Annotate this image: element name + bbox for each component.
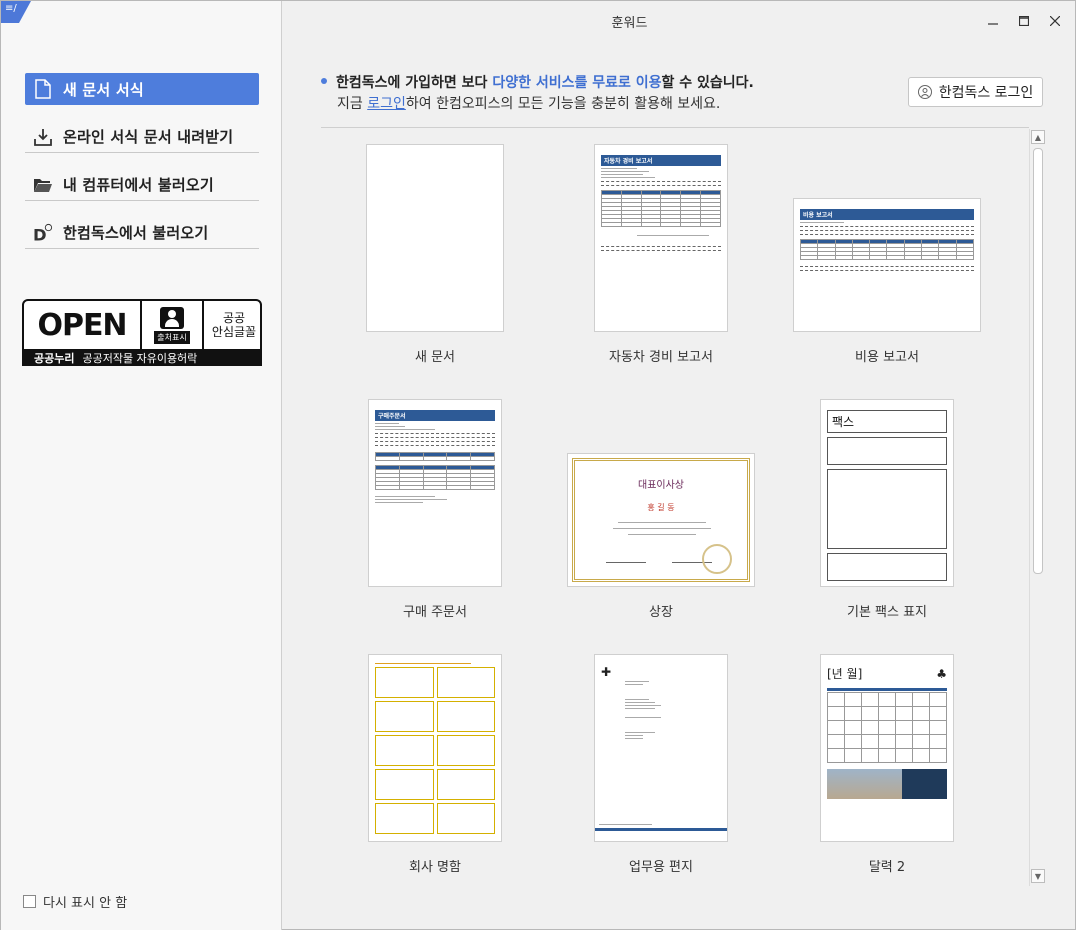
- signup-notice: 한컴독스에 가입하면 보다 다양한 서비스를 무료로 이용할 수 있습니다. 지…: [321, 73, 754, 115]
- user-icon: [917, 85, 932, 99]
- template-label: 구매 주문서: [403, 605, 467, 620]
- template-award-certificate[interactable]: 대표이사상 홍 길 동 상장: [541, 386, 781, 626]
- sidebar-item-label: 내 컴퓨터에서 불러오기: [63, 176, 214, 194]
- folder-icon: [33, 175, 53, 195]
- attribution-icon: [160, 306, 184, 329]
- sidebar-item-label: 온라인 서식 문서 내려받기: [63, 128, 234, 146]
- notice-line2-start: 지금: [337, 96, 368, 112]
- template-fax-cover[interactable]: 팩스 기본 팩스 표지: [767, 386, 1007, 626]
- download-icon: [33, 127, 53, 147]
- template-thumbnail[interactable]: [년 월] ♣: [820, 654, 954, 842]
- close-button[interactable]: [1045, 11, 1065, 31]
- scroll-up-arrow-icon[interactable]: ▲: [1031, 130, 1045, 144]
- thumb-title: 대표이사상: [638, 480, 684, 491]
- notice-highlight: 다양한 서비스를 무료로 이용: [492, 75, 662, 91]
- template-purchase-order[interactable]: 구매주문서 구매 주문서: [315, 386, 555, 626]
- template-label: 기본 팩스 표지: [846, 605, 928, 620]
- template-label: 업무용 편지: [629, 860, 693, 875]
- hancomdocs-login-button[interactable]: 한컴독스 로그인: [908, 77, 1043, 107]
- template-new-document[interactable]: 새 문서: [315, 131, 555, 371]
- app-logo-icon: ≡/: [1, 1, 31, 23]
- scroll-down-arrow-icon[interactable]: ▼: [1031, 869, 1045, 883]
- thumb-title: 팩스: [827, 410, 947, 433]
- scroll-thumb[interactable]: [1033, 148, 1043, 574]
- login-link[interactable]: 로그인: [367, 96, 406, 112]
- checkbox-box[interactable]: [23, 895, 36, 908]
- kogl-title: 공공누리: [34, 351, 75, 365]
- letter-logo-icon: ✚: [601, 665, 612, 679]
- template-thumbnail[interactable]: ✚: [594, 654, 728, 842]
- template-thumbnail[interactable]: [366, 144, 504, 332]
- sidebar-item-online-download[interactable]: 온라인 서식 문서 내려받기: [25, 121, 259, 169]
- close-icon: [1050, 16, 1060, 26]
- template-label: 비용 보고서: [855, 350, 919, 365]
- divider: [321, 127, 1029, 128]
- sidebar-item-my-computer[interactable]: 내 컴퓨터에서 불러오기: [25, 169, 259, 217]
- svg-text:D: D: [33, 225, 47, 244]
- template-thumbnail[interactable]: 대표이사상 홍 길 동: [567, 453, 755, 587]
- template-thumbnail[interactable]: 비용 보고서: [793, 198, 981, 332]
- kogl-text: 공공저작물 자유이용허락: [82, 351, 198, 365]
- template-business-card[interactable]: 회사 명함: [315, 641, 555, 881]
- template-thumbnail[interactable]: 구매주문서: [368, 399, 502, 587]
- safe-font-line1: 공공: [222, 311, 246, 325]
- template-thumbnail[interactable]: 자동차 경비 보고서: [594, 144, 728, 332]
- title-bar: 훈워드: [282, 1, 1076, 39]
- template-expense-report[interactable]: 비용 보고서 비용 보고서: [767, 131, 1007, 371]
- template-label: 달력 2: [868, 860, 906, 875]
- sidebar-item-new-template[interactable]: 새 문서 서식: [25, 73, 259, 121]
- template-label: 새 문서: [414, 350, 455, 365]
- notice-text: 한컴독스에 가입하면 보다: [336, 75, 493, 91]
- template-calendar-2[interactable]: [년 월] ♣ 달력 2: [767, 641, 1007, 881]
- template-business-letter[interactable]: ✚ 업무용 편지: [541, 641, 781, 881]
- app-window: ≡/ 새 문서 서식 온라인 서식 문서 내려받기 내 컴퓨터에서 불러오기 D…: [0, 0, 1076, 930]
- template-grid-scrollbar[interactable]: ▲ ▼: [1029, 129, 1045, 886]
- minimize-icon: [988, 23, 998, 25]
- sidebar: ≡/ 새 문서 서식 온라인 서식 문서 내려받기 내 컴퓨터에서 불러오기 D…: [1, 1, 282, 930]
- hancomdocs-icon: D: [33, 223, 53, 244]
- bullet-icon: [321, 78, 327, 84]
- sidebar-item-label: 한컴독스에서 불러오기: [63, 224, 209, 242]
- notice-text-end: 할 수 있습니다.: [661, 75, 754, 91]
- notice-line2-end: 하여 한컴오피스의 모든 기능을 충분히 활용해 보세요.: [405, 96, 721, 112]
- minimize-button[interactable]: [983, 11, 1003, 31]
- calendar-photo: [827, 769, 902, 799]
- thumb-title: 구매주문서: [375, 410, 495, 421]
- maximize-icon: [1019, 16, 1029, 26]
- login-button-label: 한컴독스 로그인: [938, 85, 1034, 101]
- maximize-button[interactable]: [1014, 11, 1034, 31]
- clover-icon: ♣: [936, 666, 947, 681]
- new-document-icon: [33, 79, 53, 99]
- sidebar-item-hancomdocs[interactable]: D 한컴독스에서 불러오기: [25, 217, 259, 265]
- safe-font-line2: 안심글꼴: [211, 325, 257, 339]
- thumb-title: 자동차 경비 보고서: [601, 155, 721, 166]
- seal-icon: [702, 544, 732, 574]
- window-title: 훈워드: [611, 16, 648, 31]
- template-car-expense-report[interactable]: 자동차 경비 보고서 자동차 경비 보고서: [541, 131, 781, 371]
- dont-show-again-checkbox[interactable]: 다시 표시 안 함: [23, 892, 127, 911]
- thumb-title: 비용 보고서: [800, 209, 974, 220]
- template-label: 상장: [649, 605, 673, 620]
- sidebar-item-label: 새 문서 서식: [63, 80, 144, 99]
- template-thumbnail[interactable]: [368, 654, 502, 842]
- attribution-label: 출처표시: [154, 330, 190, 344]
- thumb-title: [년 월]: [827, 667, 863, 681]
- kogl-open-badge: OPEN 출처표시 공공 안심글꼴 공공누리 공공저작물 자유이용허락: [22, 299, 262, 366]
- open-logo: OPEN: [37, 307, 127, 343]
- template-label: 회사 명함: [409, 860, 461, 875]
- thumb-recipient: 홍 길 동: [647, 503, 675, 512]
- template-grid: 새 문서 자동차 경비 보고서 자동차 경비 보고서 비용 보고서 비용 보고서…: [301, 131, 1028, 886]
- dont-show-label: 다시 표시 안 함: [43, 896, 128, 911]
- template-thumbnail[interactable]: 팩스: [820, 399, 954, 587]
- sidebar-nav: 새 문서 서식 온라인 서식 문서 내려받기 내 컴퓨터에서 불러오기 D 한컴…: [25, 73, 259, 265]
- template-label: 자동차 경비 보고서: [609, 350, 713, 365]
